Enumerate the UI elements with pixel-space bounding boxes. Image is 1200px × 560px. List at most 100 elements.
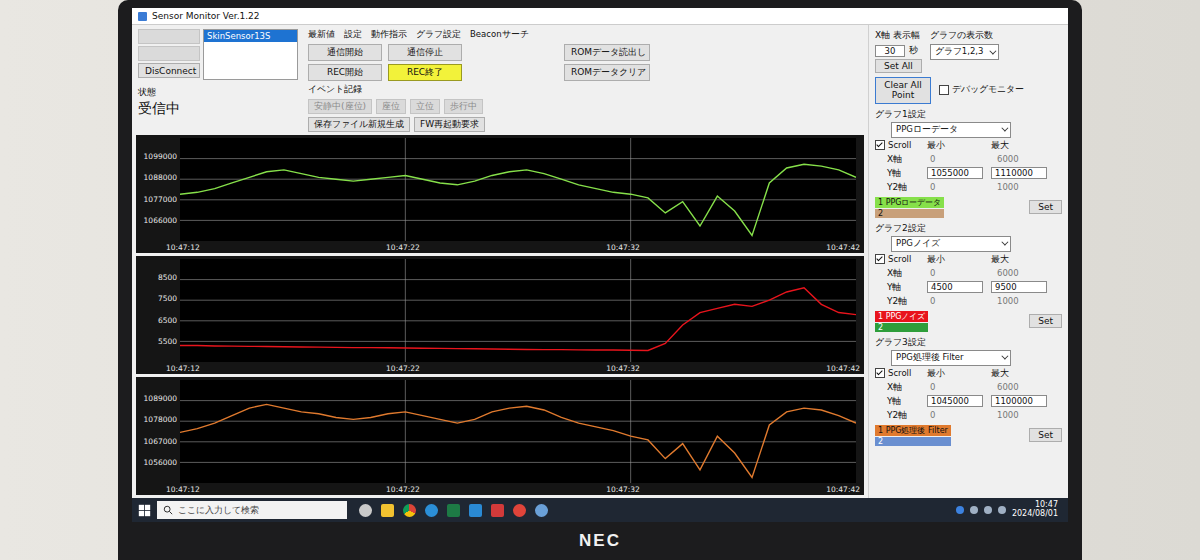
event-button[interactable]: 歩行中 xyxy=(444,99,483,114)
set-button[interactable]: Set xyxy=(1029,314,1062,328)
legend-item: 1 PPG処理後 Filter xyxy=(875,425,951,436)
axis-max[interactable]: 1110000 xyxy=(991,167,1047,179)
graph-settings-title: グラフ1設定 xyxy=(875,108,1062,121)
x-tick: 10:47:22 xyxy=(386,364,420,373)
grid-line xyxy=(180,199,856,200)
legend: 1 PPGノイズ2 xyxy=(875,311,928,332)
x-width-label: X軸 表示幅 xyxy=(875,29,922,42)
axis-label: X軸 xyxy=(875,381,927,394)
set-button[interactable]: Set xyxy=(1029,200,1062,214)
connection-button[interactable]: DisConnect xyxy=(138,63,200,78)
rom-clear-button[interactable]: ROMデータクリア xyxy=(564,64,650,81)
x-tick: 10:47:12 xyxy=(166,243,200,252)
menu-item[interactable]: 設定 xyxy=(344,29,362,41)
chevron-icon xyxy=(990,47,997,54)
rom-read-button[interactable]: ROMデータ読出し xyxy=(564,44,650,61)
date: 2024/08/01 xyxy=(1012,510,1058,519)
source-dropdown[interactable]: PPG処理後 Filter xyxy=(891,350,1011,366)
menu-item[interactable]: グラフ設定 xyxy=(416,29,461,41)
checkbox-icon xyxy=(875,368,885,378)
legend-item: 2 xyxy=(875,209,944,218)
rec-button[interactable]: REC開始 xyxy=(308,64,382,81)
checkbox-icon xyxy=(939,85,949,95)
tray-icon[interactable] xyxy=(970,506,978,514)
plot-area xyxy=(180,259,856,362)
taskbar: ここに入力して検索 10:472024/08/01 xyxy=(132,498,1068,522)
grid-line xyxy=(405,259,406,362)
volume-icon[interactable] xyxy=(998,506,1006,514)
edge-icon[interactable] xyxy=(425,504,438,517)
axis-min[interactable]: 4500 xyxy=(927,281,983,293)
axis-min[interactable]: 1045000 xyxy=(927,395,983,407)
rec-button[interactable]: REC終了 xyxy=(388,64,462,81)
connection-button[interactable] xyxy=(138,29,200,44)
charts: 109900010880001077000106600010:47:1210:4… xyxy=(132,135,868,498)
comm-button[interactable]: 通信停止 xyxy=(388,44,462,61)
connection-panel: DisConnectSkinSensor13S状態受信中 xyxy=(138,29,298,132)
settings-panel: X軸 表示幅30秒Set Allグラフの表示数グラフ1,2,3Clear All… xyxy=(868,25,1068,498)
menu-item[interactable]: 動作指示 xyxy=(371,29,407,41)
grid-line xyxy=(180,462,856,463)
min-label: 最小 xyxy=(927,367,983,380)
axis-label: X軸 xyxy=(875,153,927,166)
scroll-checkbox[interactable]: Scroll xyxy=(875,140,927,150)
vscode-icon[interactable] xyxy=(469,504,482,517)
y-tick: 6500 xyxy=(158,315,177,324)
excel-icon[interactable] xyxy=(447,504,460,517)
menu-item[interactable]: Beaconサーチ xyxy=(470,29,529,41)
clear-all-point-button[interactable]: Clear All Point xyxy=(875,77,931,104)
plot-svg xyxy=(180,380,856,483)
search-icon xyxy=(163,505,173,515)
axis-label: Y軸 xyxy=(875,281,927,294)
folder-icon[interactable] xyxy=(381,504,394,517)
grid-line xyxy=(180,341,856,342)
chrome-icon[interactable] xyxy=(403,504,416,517)
axis-max[interactable]: 9500 xyxy=(991,281,1047,293)
clock-app-icon[interactable] xyxy=(535,504,548,517)
bluetooth-icon[interactable] xyxy=(956,506,964,514)
event-action-button[interactable]: 保存ファイル新規生成 xyxy=(308,117,410,132)
event-button[interactable]: 安静中(座位) xyxy=(308,99,372,114)
shield-icon[interactable] xyxy=(491,504,504,517)
event-button[interactable]: 立位 xyxy=(410,99,440,114)
max-label: 最大 xyxy=(991,367,1047,380)
x-axis: 10:47:1210:47:2210:47:3210:47:42 xyxy=(136,362,864,374)
graph-settings-title: グラフ2設定 xyxy=(875,222,1062,235)
y-tick: 1077000 xyxy=(144,194,177,203)
grid-line xyxy=(630,138,631,241)
graph-count-dropdown[interactable]: グラフ1,2,3 xyxy=(930,44,1000,60)
display-settings: X軸 表示幅30秒Set Allグラフの表示数グラフ1,2,3 xyxy=(875,29,1062,73)
grid-line xyxy=(180,300,856,301)
checkbox-icon xyxy=(875,140,885,150)
series-line xyxy=(180,164,856,235)
main-area: DisConnectSkinSensor13S状態受信中最新値設定動作指示グラフ… xyxy=(132,25,1068,498)
source-dropdown[interactable]: PPGローデータ xyxy=(891,122,1011,138)
event-button[interactable]: 座位 xyxy=(376,99,406,114)
clock[interactable]: 10:472024/08/01 xyxy=(1012,501,1062,519)
desk-scene: Sensor Monitor Ver.1.22DisConnectSkinSen… xyxy=(0,0,1200,560)
comm-button[interactable]: 通信開始 xyxy=(308,44,382,61)
chart: 109900010880001077000106600010:47:1210:4… xyxy=(136,135,864,253)
y-tick: 1089000 xyxy=(144,394,177,403)
time: 10:47 xyxy=(1035,501,1058,510)
windows-start-icon[interactable] xyxy=(138,504,151,517)
series-line xyxy=(180,404,856,477)
set-all-button[interactable]: Set All xyxy=(875,59,922,73)
debug-checkbox[interactable]: デバッグモニター xyxy=(939,84,1024,96)
search-box[interactable]: ここに入力して検索 xyxy=(157,501,347,519)
scroll-checkbox[interactable]: Scroll xyxy=(875,368,927,378)
connection-button[interactable] xyxy=(138,46,200,61)
axis-min[interactable]: 1055000 xyxy=(927,167,983,179)
scroll-checkbox[interactable]: Scroll xyxy=(875,254,927,264)
device-item[interactable]: SkinSensor13S xyxy=(204,30,297,42)
set-button[interactable]: Set xyxy=(1029,428,1062,442)
event-action-button[interactable]: FW再起動要求 xyxy=(414,117,485,132)
device-list[interactable]: SkinSensor13S xyxy=(203,29,298,80)
source-dropdown[interactable]: PPGノイズ xyxy=(891,236,1011,252)
network-icon[interactable] xyxy=(984,506,992,514)
task-view-icon[interactable] xyxy=(359,504,372,517)
menu-item[interactable]: 最新値 xyxy=(308,29,335,41)
axis-max[interactable]: 1100000 xyxy=(991,395,1047,407)
app-icon[interactable] xyxy=(513,504,526,517)
x-width-field[interactable]: 30 xyxy=(875,45,905,57)
